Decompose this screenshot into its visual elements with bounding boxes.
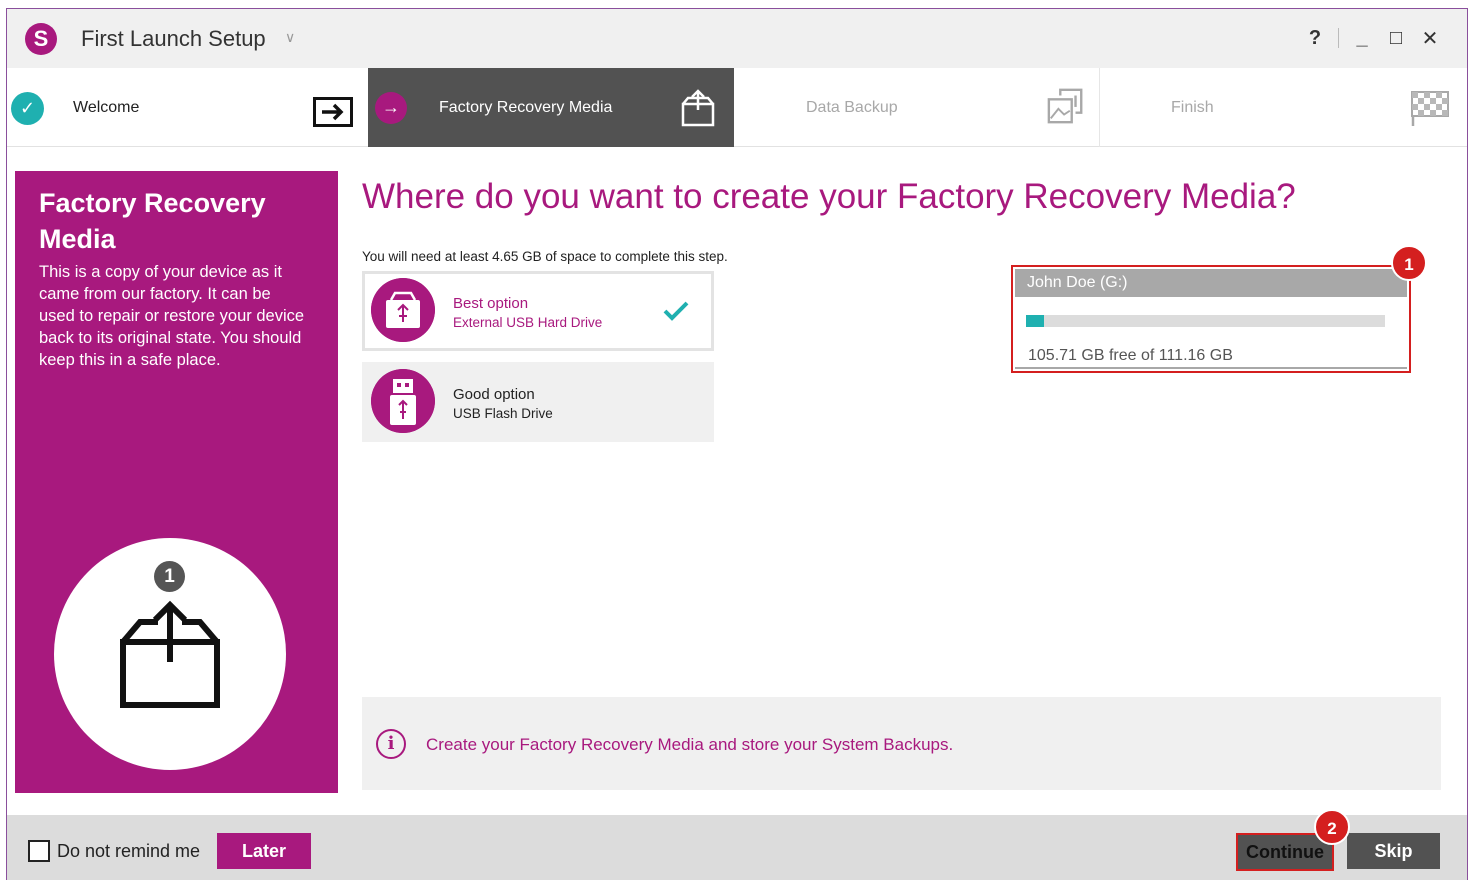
window-title: First Launch Setup [81,26,266,51]
chevron-down-icon[interactable]: ∨ [285,29,295,46]
info-icon: i [376,729,406,759]
page-title: Where do you want to create your Factory… [362,177,1296,216]
step-label: Data Backup [806,99,898,116]
usb-flash-drive-icon [371,369,435,433]
info-text: Create your Factory Recovery Media and s… [426,735,954,754]
drive-card-g[interactable]: John Doe (G:) 105.71 GB free of 111.16 G… [1011,265,1411,373]
maximize-button[interactable]: □ [1379,23,1413,53]
annotation-badge: 1 [1391,245,1427,281]
divider [1338,28,1339,48]
usb-hard-drive-icon [371,278,435,342]
sidebar-title: Factory Recovery Media [39,188,266,254]
close-button[interactable]: ✕ [1413,23,1447,53]
minimize-button[interactable]: _ [1345,23,1379,53]
arrow-right-icon: → [375,92,407,124]
drive-usage-fill [1026,315,1044,327]
option-subtitle: USB Flash Drive [453,406,553,421]
info-sidebar: Factory Recovery Media This is a copy of… [15,171,338,793]
option-external-usb-hard-drive[interactable]: Best option External USB Hard Drive [362,271,714,351]
window-controls: ? _ □ ✕ [1298,23,1447,53]
step-illustration: 1 [54,538,286,770]
drive-free-space: 105.71 GB free of 111.16 GB [1028,347,1233,364]
option-subtitle: External USB Hard Drive [453,315,603,330]
title-bar: S First Launch Setup ∨ ? _ □ ✕ [7,9,1467,68]
option-title: Best option [453,295,529,312]
setup-window: S First Launch Setup ∨ ? _ □ ✕ ✓ Welcome… [6,8,1468,880]
later-button[interactable]: Later [217,833,311,869]
annotation-badge: 2 [1314,809,1350,845]
step-factory-recovery-media[interactable]: → Factory Recovery Media [368,68,734,147]
info-banner: i Create your Factory Recovery Media and… [362,697,1441,790]
do-not-remind-checkbox[interactable] [28,840,50,862]
option-usb-flash-drive[interactable]: Good option USB Flash Drive [362,362,714,442]
check-icon: ✓ [11,92,44,125]
skip-button[interactable]: Skip [1347,833,1440,869]
step-data-backup[interactable]: Data Backup [734,68,1100,147]
checkmark-icon [663,301,689,321]
step-label: Finish [1171,99,1214,116]
export-box-icon [681,89,715,127]
step-bar: ✓ Welcome → Factory Recovery Media Data … [7,68,1467,147]
step-number-badge: 1 [154,561,185,592]
image-backup-icon [1047,88,1083,124]
divider [1015,367,1407,369]
checkered-flag-icon [1411,91,1449,126]
app-logo-icon: S [25,23,57,55]
footer-bar: Do not remind me Later Continue Skip [7,815,1467,880]
step-label: Factory Recovery Media [439,99,613,116]
step-finish[interactable]: Finish [1100,68,1467,147]
step-welcome[interactable]: ✓ Welcome [7,68,368,147]
do-not-remind-label[interactable]: Do not remind me [57,841,200,862]
help-button[interactable]: ? [1298,23,1332,53]
step-label: Welcome [73,99,140,116]
drive-name: John Doe (G:) [1015,269,1407,297]
option-title: Good option [453,386,535,403]
export-box-icon [120,600,220,708]
drive-usage-bar [1026,315,1385,327]
space-requirement-note: You will need at least 4.65 GB of space … [362,249,728,264]
sidebar-description: This is a copy of your device as it came… [39,263,305,369]
arrow-right-box-icon [313,97,353,127]
